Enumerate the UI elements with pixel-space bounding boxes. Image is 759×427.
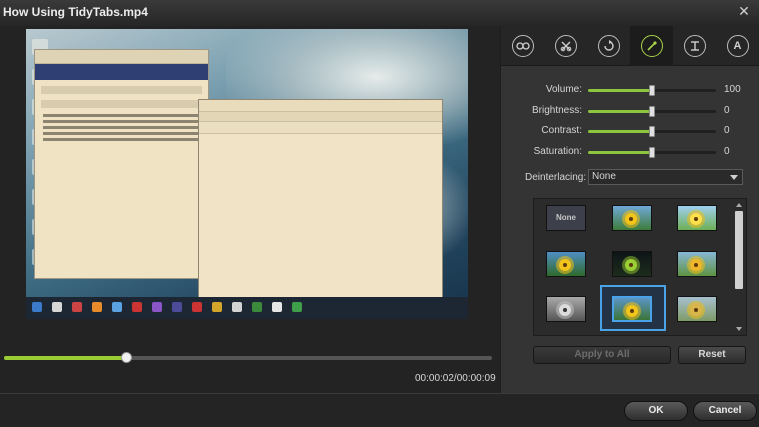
saturation-fill	[588, 151, 652, 154]
dialog-footer: OK Cancel	[0, 393, 759, 427]
effect-thumb-none[interactable]: None	[546, 205, 586, 231]
scroll-up-icon[interactable]	[736, 203, 742, 207]
volume-label: Volume:	[545, 84, 582, 95]
timeline-handle[interactable]	[121, 352, 132, 363]
effects-scrollbar[interactable]	[734, 201, 744, 333]
effect-thumb[interactable]	[546, 251, 586, 277]
brightness-value: 0	[724, 105, 730, 116]
saturation-slider[interactable]	[588, 147, 716, 158]
edit-panel: A Volume: 100 Brightness: 0 Contrast: 0 …	[500, 26, 759, 393]
contrast-label: Contrast:	[541, 125, 582, 136]
cancel-button[interactable]: Cancel	[693, 401, 757, 421]
preview-browser-window	[34, 49, 209, 279]
brightness-label: Brightness:	[531, 105, 582, 116]
close-x-icon[interactable]: ✕	[737, 4, 751, 18]
reset-button[interactable]: Reset	[678, 346, 746, 364]
contrast-row: Contrast: 0	[501, 124, 759, 140]
timeline-slider[interactable]	[4, 352, 492, 363]
volume-handle[interactable]	[649, 85, 655, 96]
volume-row: Volume: 100	[501, 83, 759, 99]
ok-button[interactable]: OK	[624, 401, 688, 421]
volume-value: 100	[724, 84, 741, 95]
deinterlacing-select[interactable]: None	[588, 169, 743, 185]
scroll-thumb[interactable]	[735, 211, 743, 289]
contrast-fill	[588, 130, 652, 133]
watermark-icon	[683, 35, 706, 57]
brightness-row: Brightness: 0	[501, 104, 759, 120]
saturation-handle[interactable]	[649, 147, 655, 158]
video-editor-window: How Using TidyTabs.mp4 ✕ 00:00:02/00:00:…	[0, 0, 759, 427]
contrast-handle[interactable]	[649, 126, 655, 137]
effect-thumb[interactable]	[677, 251, 717, 277]
brightness-fill	[588, 110, 652, 113]
tab-rotate[interactable]	[587, 26, 630, 66]
saturation-row: Saturation: 0	[501, 145, 759, 161]
adjust-magic-icon	[640, 35, 663, 57]
saturation-value: 0	[724, 146, 730, 157]
volume-fill	[588, 89, 652, 92]
timeline-progress	[4, 356, 126, 360]
rotate-icon	[597, 35, 620, 57]
edit-tabs: A	[501, 26, 759, 66]
effect-thumb[interactable]	[546, 296, 586, 322]
scroll-down-icon[interactable]	[736, 327, 742, 331]
tab-adjust[interactable]	[630, 26, 673, 66]
effect-thumb[interactable]	[612, 205, 652, 231]
brightness-handle[interactable]	[649, 106, 655, 117]
tab-text[interactable]: A	[716, 26, 759, 66]
tab-effects[interactable]	[501, 26, 544, 66]
contrast-value: 0	[724, 125, 730, 136]
tab-watermark[interactable]	[673, 26, 716, 66]
effect-thumb[interactable]	[677, 296, 717, 322]
apply-to-all-button[interactable]: Apply to All	[533, 346, 671, 364]
tab-crop[interactable]	[544, 26, 587, 66]
contrast-slider[interactable]	[588, 126, 716, 137]
text-icon: A	[726, 35, 749, 57]
volume-slider[interactable]	[588, 85, 716, 96]
chevron-down-icon	[730, 175, 738, 180]
video-preview[interactable]	[26, 29, 468, 319]
saturation-label: Saturation:	[533, 146, 582, 157]
preview-taskbar	[26, 297, 468, 319]
deinterlacing-label: Deinterlacing:	[525, 172, 587, 183]
effect-thumb[interactable]	[677, 205, 717, 231]
deinterlacing-value: None	[592, 171, 616, 182]
video-panel: 00:00:02/00:00:09	[0, 26, 500, 410]
effect-thumb[interactable]	[612, 251, 652, 277]
preview-notepad-window	[198, 99, 443, 309]
title-bar: How Using TidyTabs.mp4 ✕	[0, 0, 759, 26]
effect-none-label: None	[556, 213, 576, 222]
window-title: How Using TidyTabs.mp4	[3, 5, 148, 19]
brightness-slider[interactable]	[588, 106, 716, 117]
effect-thumb-selected[interactable]	[612, 296, 652, 322]
timecode: 00:00:02/00:00:09	[415, 373, 496, 384]
crop-icon	[554, 35, 577, 57]
effects-icon	[511, 35, 534, 57]
effects-grid: None	[533, 198, 747, 336]
